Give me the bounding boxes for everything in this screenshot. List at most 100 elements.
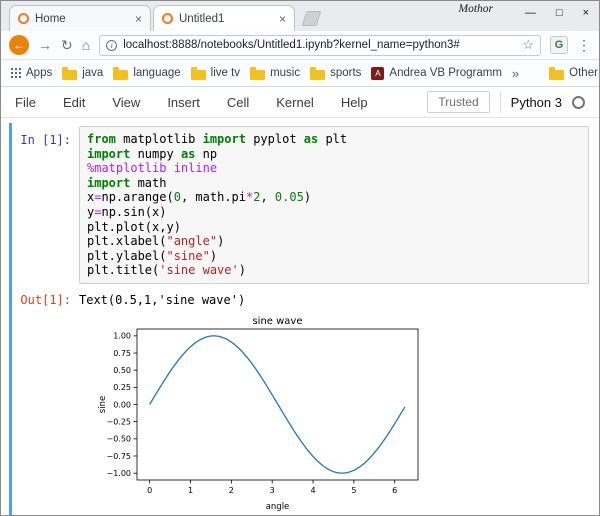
reload-button[interactable]: ↻ bbox=[61, 38, 73, 52]
code-token: import bbox=[87, 147, 130, 161]
code-token: np.sin(x) bbox=[101, 205, 166, 219]
bookmark-folder-java[interactable]: java bbox=[62, 67, 103, 80]
output-area: Out[1]: Text(0.5,1,'sine wave') bbox=[17, 293, 591, 307]
code-token: 'sine wave' bbox=[159, 263, 238, 277]
andrea-vb-favicon: A bbox=[371, 67, 384, 80]
tab-untitled1-label: Untitled1 bbox=[179, 13, 273, 25]
code-line: plt.title('sine wave') bbox=[87, 263, 581, 278]
folder-icon bbox=[113, 70, 128, 80]
code-token: np.arange( bbox=[101, 190, 173, 204]
code-line: plt.ylabel("sine") bbox=[87, 249, 581, 264]
input-prompt: In [1]: bbox=[17, 126, 79, 284]
minimize-button[interactable]: — bbox=[525, 8, 536, 19]
output-prompt: Out[1]: bbox=[17, 293, 79, 307]
tab-close-icon[interactable]: × bbox=[135, 13, 142, 25]
code-line: y=np.sin(x) bbox=[87, 205, 581, 220]
folder-icon bbox=[62, 70, 77, 80]
home-button[interactable]: ⌂ bbox=[82, 38, 90, 52]
plot-output: 1.000.750.500.250.00−0.25−0.50−0.75−1.00… bbox=[93, 313, 591, 515]
svg-text:6: 6 bbox=[392, 486, 397, 495]
svg-text:1: 1 bbox=[188, 486, 193, 495]
svg-text:3: 3 bbox=[270, 486, 275, 495]
browser-window: Home × Untitled1 × Mothor — □ × ← → ↻ ⌂ … bbox=[0, 0, 600, 516]
code-token: ) bbox=[217, 234, 224, 248]
svg-text:−0.50: −0.50 bbox=[106, 435, 131, 444]
code-token: pyplot bbox=[246, 132, 304, 146]
notebook-body: In [1]: from matplotlib import pyplot as… bbox=[1, 118, 599, 515]
code-token: matplotlib bbox=[116, 132, 203, 146]
back-button[interactable]: ← bbox=[9, 35, 29, 55]
code-line: plt.plot(x,y) bbox=[87, 220, 581, 235]
code-token: ) bbox=[239, 263, 246, 277]
code-token: np bbox=[195, 147, 217, 161]
tab-close-icon[interactable]: × bbox=[279, 13, 286, 25]
forward-button[interactable]: → bbox=[38, 38, 52, 52]
bookmarks-bar: Apps java language live tv music sports … bbox=[1, 60, 599, 87]
svg-text:5: 5 bbox=[351, 486, 356, 495]
svg-text:0.00: 0.00 bbox=[113, 400, 131, 409]
code-line: plt.xlabel("angle") bbox=[87, 234, 581, 249]
window-controls: — □ × bbox=[525, 8, 589, 19]
new-tab-button[interactable] bbox=[302, 11, 322, 26]
bookmark-label: language bbox=[133, 67, 180, 79]
watermark-text: Mothor bbox=[459, 3, 494, 15]
code-token: from bbox=[87, 132, 116, 146]
code-token: plt.xlabel( bbox=[87, 234, 166, 248]
bookmark-folder-music[interactable]: music bbox=[250, 67, 300, 80]
trusted-button[interactable]: Trusted bbox=[427, 91, 489, 113]
bookmark-folder-language[interactable]: language bbox=[113, 67, 180, 80]
svg-text:4: 4 bbox=[310, 486, 315, 495]
menu-insert[interactable]: Insert bbox=[167, 95, 200, 110]
output-text: Text(0.5,1,'sine wave') bbox=[79, 293, 245, 307]
bookmark-folder-live-tv[interactable]: live tv bbox=[191, 67, 240, 80]
code-token: numpy bbox=[130, 147, 181, 161]
code-token: import bbox=[203, 132, 246, 146]
svg-text:0.75: 0.75 bbox=[113, 349, 131, 358]
code-token: plt.title( bbox=[87, 263, 159, 277]
code-token: %matplotlib inline bbox=[87, 161, 217, 175]
menu-file[interactable]: File bbox=[15, 95, 36, 110]
notebook-status-area: Trusted Python 3 bbox=[427, 91, 585, 113]
svg-text:angle: angle bbox=[266, 502, 290, 512]
bookmark-star-icon[interactable]: ☆ bbox=[522, 37, 534, 53]
tab-home[interactable]: Home × bbox=[9, 5, 151, 31]
tab-strip: Home × Untitled1 × Mothor — □ × bbox=[1, 1, 599, 31]
code-token: plt.ylabel( bbox=[87, 249, 166, 263]
code-token: ) bbox=[210, 249, 217, 263]
browser-menu-icon[interactable]: ⋮ bbox=[577, 37, 591, 54]
svg-text:0.50: 0.50 bbox=[113, 366, 131, 375]
menu-cell[interactable]: Cell bbox=[227, 95, 249, 110]
menu-view[interactable]: View bbox=[112, 95, 140, 110]
code-token: "sine" bbox=[166, 249, 209, 263]
menu-help[interactable]: Help bbox=[341, 95, 368, 110]
jupyter-favicon bbox=[18, 13, 29, 24]
address-bar[interactable]: i localhost:8888/notebooks/Untitled1.ipy… bbox=[99, 35, 541, 56]
svg-text:−0.75: −0.75 bbox=[106, 452, 131, 461]
menu-kernel[interactable]: Kernel bbox=[276, 95, 314, 110]
bookmark-folder-sports[interactable]: sports bbox=[310, 67, 361, 80]
apps-grid-icon bbox=[11, 68, 21, 78]
code-line: %matplotlib inline bbox=[87, 161, 581, 176]
g-extension-icon[interactable]: G bbox=[550, 36, 568, 54]
tab-untitled1[interactable]: Untitled1 × bbox=[153, 5, 295, 31]
bookmark-label: music bbox=[270, 67, 300, 79]
tab-home-label: Home bbox=[35, 13, 129, 25]
bookmark-label: live tv bbox=[211, 67, 240, 79]
bookmark-apps[interactable]: Apps bbox=[11, 67, 52, 79]
bookmark-andrea-vb[interactable]: A Andrea VB Programm bbox=[371, 67, 502, 80]
kernel-status-icon bbox=[572, 96, 585, 109]
page-info-icon[interactable]: i bbox=[106, 40, 117, 51]
bookmark-label: java bbox=[82, 67, 103, 79]
other-bookmarks[interactable]: Other bookmarks bbox=[549, 67, 600, 80]
menu-edit[interactable]: Edit bbox=[63, 95, 85, 110]
code-editor[interactable]: from matplotlib import pyplot as pltimpo… bbox=[79, 126, 589, 284]
folder-icon bbox=[310, 70, 325, 80]
code-token: import bbox=[87, 176, 130, 190]
close-button[interactable]: × bbox=[583, 8, 589, 19]
code-token: 0.05 bbox=[275, 190, 304, 204]
sine-plot-svg: 1.000.750.500.250.00−0.25−0.50−0.75−1.00… bbox=[93, 313, 428, 513]
maximize-button[interactable]: □ bbox=[556, 8, 563, 19]
bookmarks-overflow-chevron[interactable]: » bbox=[512, 66, 519, 81]
code-token: plt.plot(x,y) bbox=[87, 220, 181, 234]
svg-text:0.25: 0.25 bbox=[113, 383, 131, 392]
